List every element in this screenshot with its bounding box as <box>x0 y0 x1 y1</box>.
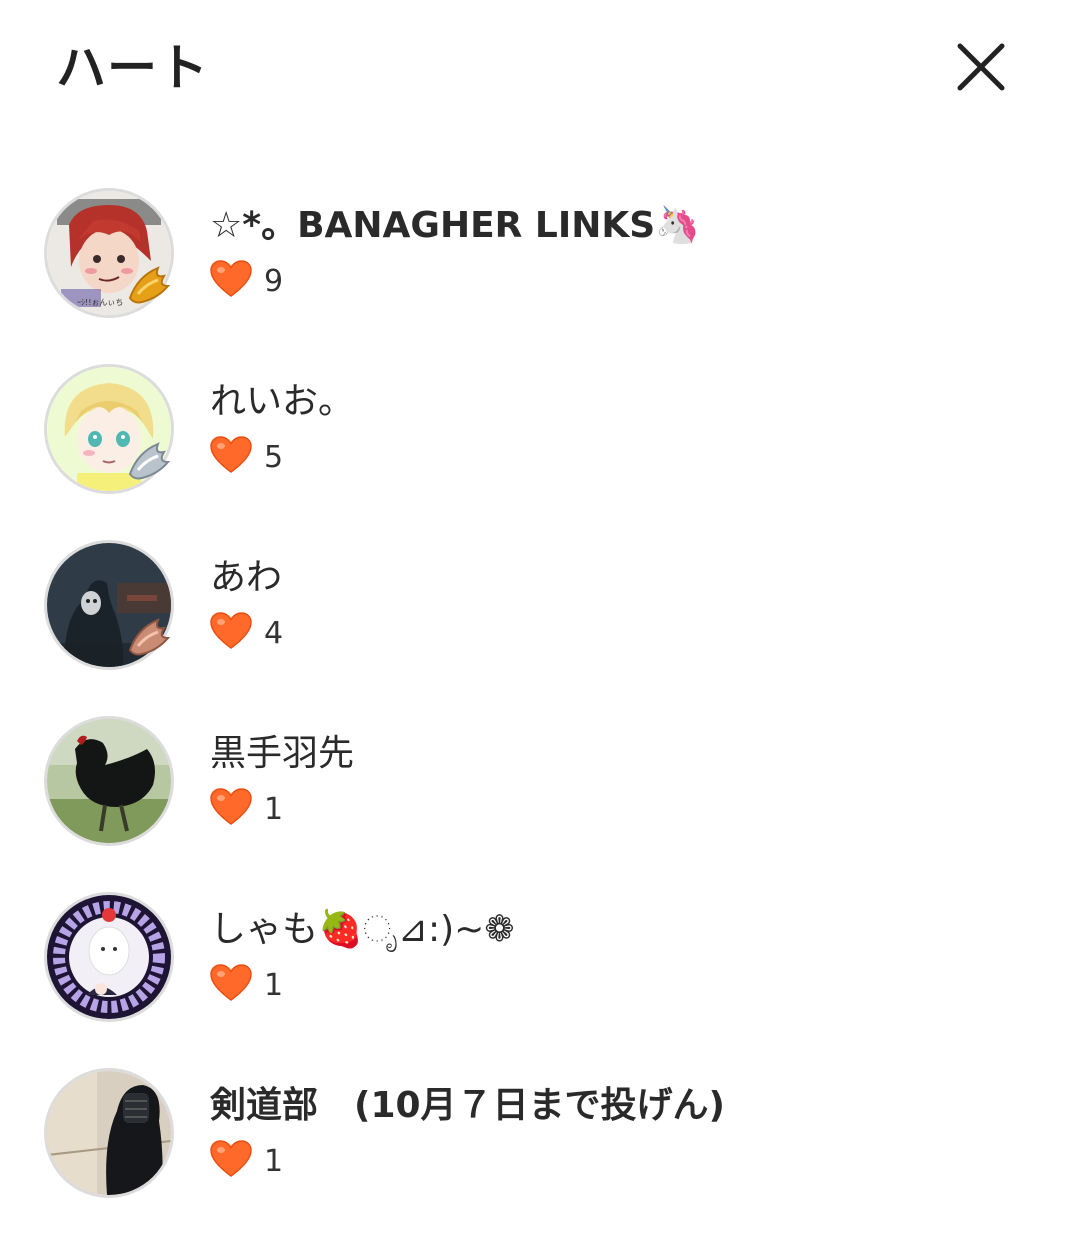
heart-icon <box>210 1140 252 1178</box>
list-item[interactable]: 黒手羽先 1 <box>0 708 1080 884</box>
gold-wing-badge-icon <box>124 258 176 310</box>
avatar[interactable] <box>44 1068 174 1198</box>
heart-icon <box>210 436 252 474</box>
count-value: 5 <box>264 440 284 475</box>
user-name: しゃも🍓ೃ⊿:)~❁ <box>210 909 515 950</box>
count-value: 1 <box>264 1144 284 1179</box>
user-name: 黒手羽先 <box>210 733 355 774</box>
list-item[interactable]: ｰｼ!!ぉんぃち ☆*。BANAGHER LINKS🦄 9 <box>0 180 1080 356</box>
avatar[interactable] <box>44 716 174 846</box>
page-title: ハート <box>56 39 209 97</box>
header: ハート <box>0 0 1080 140</box>
user-name: 剣道部 (10月７日まで投げん) <box>210 1085 726 1126</box>
list-item[interactable]: 剣道部 (10月７日まで投げん) 1 <box>0 1060 1080 1236</box>
close-button[interactable] <box>946 32 1016 102</box>
user-name: あわ <box>210 557 283 598</box>
heart-icon <box>210 612 252 650</box>
hearts-list: ｰｼ!!ぉんぃち ☆*。BANAGHER LINKS🦄 9 れいお。 5 あわ … <box>0 180 1080 1236</box>
list-item[interactable]: あわ 4 <box>0 532 1080 708</box>
heart-icon <box>210 260 252 298</box>
list-item[interactable]: しゃも🍓ೃ⊿:)~❁ 1 <box>0 884 1080 1060</box>
avatar[interactable] <box>44 892 174 1022</box>
count-value: 9 <box>264 264 284 299</box>
heart-icon <box>210 964 252 1002</box>
close-icon[interactable] <box>946 32 1016 102</box>
user-name: ☆*。BANAGHER LINKS🦄 <box>210 205 701 246</box>
user-name: れいお。 <box>210 381 355 422</box>
svg-text:ｰｼ!!ぉんぃち: ｰｼ!!ぉんぃち <box>77 298 123 307</box>
bronze-wing-badge-icon <box>124 610 176 662</box>
count-value: 1 <box>264 792 284 827</box>
silver-wing-badge-icon <box>124 434 176 486</box>
count-value: 4 <box>264 616 284 651</box>
heart-icon <box>210 788 252 826</box>
count-value: 1 <box>264 968 284 1003</box>
list-item[interactable]: れいお。 5 <box>0 356 1080 532</box>
